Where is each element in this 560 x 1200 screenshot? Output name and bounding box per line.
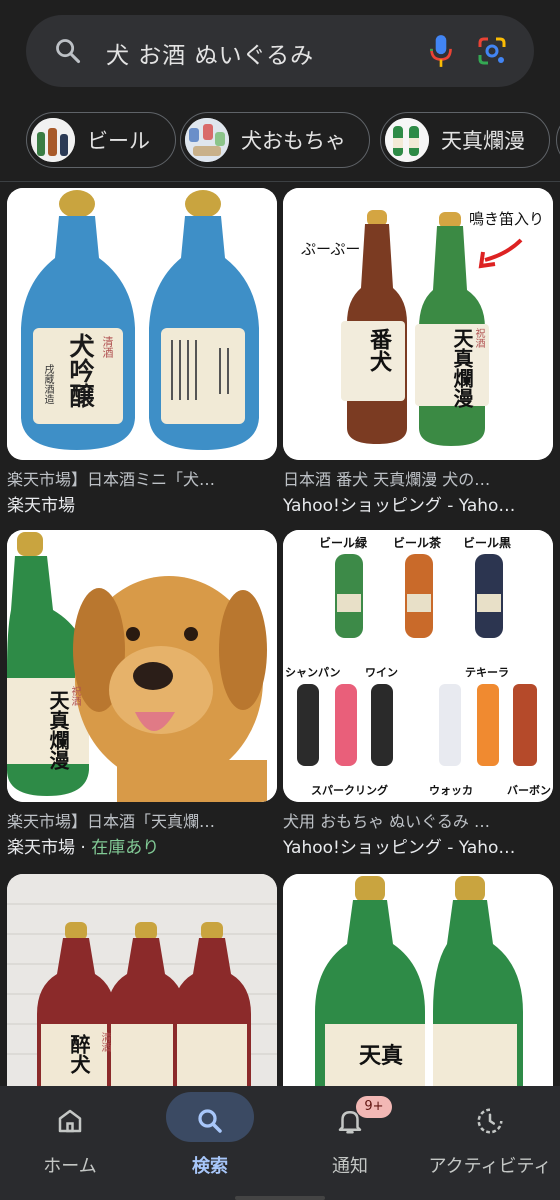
result-image[interactable]: 醉犬 清酒 <box>7 874 277 1086</box>
product-label: シャンパン <box>285 666 341 679</box>
nav-home-label: ホーム <box>43 1156 97 1177</box>
suggestion-chips: ビール 犬おもちゃ 天真爛漫 <box>0 110 560 172</box>
chip-thumbnail <box>385 118 429 162</box>
bottle-label: 天真爛漫 <box>46 690 70 770</box>
product-label: バーボン <box>507 784 551 797</box>
result-card[interactable]: ビール緑 ビール茶 ビール黒 シャンパン ワイン テキーラ スパークリング ウォ… <box>283 530 553 862</box>
product-label: ウォッカ <box>429 784 473 797</box>
activity-history-icon <box>477 1108 503 1134</box>
search-bar[interactable]: 犬 お酒 ぬいぐるみ <box>26 15 534 87</box>
result-card[interactable]: 祝酒 天真爛漫 楽天市場】日本酒「天真爛… 楽天市場 · 在庫あり <box>7 530 277 862</box>
chip-label: ビール <box>87 129 150 153</box>
result-card[interactable]: ぷーぷー 鳴き笛入り 番犬 祝酒 天真爛漫 日本酒 番犬 天真爛漫 犬の… Ya… <box>283 188 553 520</box>
result-image[interactable]: ビール緑 ビール茶 ビール黒 シャンパン ワイン テキーラ スパークリング ウォ… <box>283 530 553 802</box>
product-label: ビール茶 <box>393 536 442 550</box>
annotation-left: ぷーぷー <box>301 240 361 258</box>
source-name: 楽天市場 <box>7 838 75 858</box>
search-query-text[interactable]: 犬 お酒 ぬいぐるみ <box>106 36 314 70</box>
result-source: 楽天市場 · 在庫あり <box>7 834 277 862</box>
search-icon <box>198 1109 222 1133</box>
google-lens-icon[interactable] <box>476 35 508 67</box>
nav-activity-label: アクティビティ <box>428 1156 552 1177</box>
result-card[interactable]: 清酒 犬吟醸 戌蔵酒造 楽天市場】日本酒ミニ「犬… 楽天市場 <box>7 188 277 520</box>
microphone-icon[interactable] <box>428 33 454 69</box>
result-image[interactable]: 天真 <box>283 874 553 1086</box>
annotation-right: 鳴き笛入り <box>469 210 545 228</box>
product-label: ワイン <box>365 666 398 679</box>
bottom-navigation: ホーム 検索 9+ 通知 アクティビティ <box>0 1086 560 1200</box>
result-title[interactable]: 日本酒 番犬 天真爛漫 犬の… <box>283 468 553 492</box>
bottle-label-small: 清酒 <box>101 336 114 358</box>
product-label: スパークリング <box>311 784 388 797</box>
result-image[interactable]: ぷーぷー 鳴き笛入り 番犬 祝酒 天真爛漫 <box>283 188 553 460</box>
nav-notifications[interactable]: 9+ 通知 <box>280 1086 420 1200</box>
chip-thumbnail <box>185 118 229 162</box>
chip-dog-toys[interactable]: 犬おもちゃ <box>180 112 370 168</box>
nav-notifications-label: 通知 <box>332 1156 368 1177</box>
bottle-label: 犬吟醸 <box>66 333 95 408</box>
nav-search[interactable]: 検索 <box>140 1086 280 1200</box>
result-source: 楽天市場 <box>7 496 75 516</box>
bottle-label: 番犬 <box>366 328 392 372</box>
chip-tenshin-ranman[interactable]: 天真爛漫 <box>380 112 550 168</box>
gesture-bar[interactable] <box>235 1196 325 1200</box>
bottle-label: 天真爛漫 <box>450 328 474 408</box>
result-source: Yahoo!ショッピング - Yaho… <box>283 496 516 516</box>
bottle-label: 醉犬 <box>67 1034 91 1074</box>
search-header: 犬 お酒 ぬいぐるみ <box>0 0 560 100</box>
notification-badge: 9+ <box>356 1096 392 1118</box>
result-title[interactable]: 楽天市場】日本酒「天真爛… <box>7 810 277 834</box>
result-card[interactable]: 天真 <box>283 874 553 1086</box>
result-image[interactable]: 祝酒 天真爛漫 <box>7 530 277 802</box>
result-card[interactable]: 醉犬 清酒 <box>7 874 277 1086</box>
chip-more[interactable] <box>556 112 560 168</box>
header-divider <box>0 181 560 182</box>
nav-home[interactable]: ホーム <box>0 1086 140 1200</box>
result-title[interactable]: 楽天市場】日本酒ミニ「犬… <box>7 468 277 492</box>
home-icon <box>58 1109 82 1133</box>
bottle-brewery: 戌蔵酒造 <box>42 364 53 404</box>
chip-label: 天真爛漫 <box>441 129 525 153</box>
product-label: ビール緑 <box>319 536 368 550</box>
bottle-label: 天真 <box>359 1043 404 1069</box>
chip-label: 犬おもちゃ <box>241 129 346 153</box>
nav-search-label: 検索 <box>192 1156 228 1177</box>
result-title[interactable]: 犬用 おもちゃ ぬいぐるみ … <box>283 810 553 834</box>
product-label: テキーラ <box>465 666 509 679</box>
result-source: Yahoo!ショッピング - Yaho… <box>283 838 516 858</box>
search-icon <box>56 39 81 64</box>
product-label: ビール黒 <box>463 536 512 550</box>
chip-beer[interactable]: ビール <box>26 112 176 168</box>
chip-thumbnail <box>31 118 75 162</box>
nav-activity[interactable]: アクティビティ <box>420 1086 560 1200</box>
separator: · <box>75 838 92 858</box>
result-image[interactable]: 清酒 犬吟醸 戌蔵酒造 <box>7 188 277 460</box>
stock-status: 在庫あり <box>91 838 160 858</box>
bottle-label-small: 清酒 <box>99 1032 110 1052</box>
